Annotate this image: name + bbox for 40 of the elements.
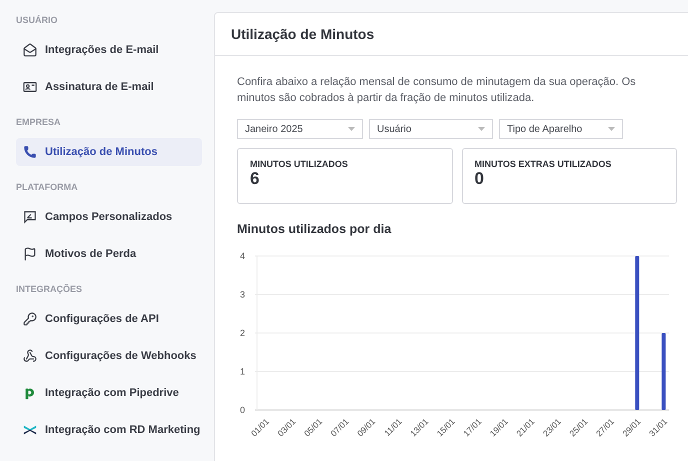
filter-dropdown[interactable]: Usuário <box>369 119 493 139</box>
flag-icon <box>23 247 37 261</box>
filter-dropdown[interactable]: Janeiro 2025 <box>237 119 363 139</box>
key-icon <box>23 312 37 326</box>
message-edit-icon <box>23 210 37 224</box>
section-heading: USUÁRIO <box>15 14 59 27</box>
card-title: Utilização de Minutos <box>231 26 374 42</box>
sidebar-item[interactable]: Utilização de Minutos <box>16 138 202 166</box>
stat-label: MINUTOS EXTRAS UTILIZADOS <box>474 159 612 169</box>
rd-logo-icon <box>23 423 37 437</box>
phone-icon <box>23 145 37 159</box>
sidebar-item[interactable]: Integração com RD Marketing <box>16 416 202 444</box>
axis-label: 0 <box>240 405 245 415</box>
section-heading: INTEGRAÇÕES <box>15 283 84 296</box>
envelope-icon <box>23 43 37 57</box>
caret-icon <box>478 127 485 131</box>
sidebar-item[interactable]: Integração com Pipedrive <box>16 379 202 407</box>
axis-label: 4 <box>240 251 245 261</box>
description: Confira abaixo a relação mensal de consumo de minutagem da sua operação. Os minutos são cobrados à partir da fração de minutos utilizada. <box>237 75 637 106</box>
pipedrive-logo-icon <box>23 386 37 400</box>
caret-icon <box>348 127 355 131</box>
caret-icon <box>608 127 615 131</box>
axis-label: 3 <box>240 290 245 300</box>
sidebar-item[interactable]: Assinatura de E-mail <box>16 73 202 101</box>
stat-value: 0 <box>474 169 485 189</box>
filter-dropdown[interactable]: Tipo de Aparelho <box>499 119 623 139</box>
id-card-icon <box>23 80 37 94</box>
section-heading: PLATAFORMA <box>15 181 79 194</box>
stat-label: MINUTOS UTILIZADOS <box>250 159 349 169</box>
webhook-icon <box>23 349 37 363</box>
axis-label: 1 <box>240 366 245 376</box>
axis-label: 2 <box>240 328 245 338</box>
sidebar-item[interactable]: Motivos de Perda <box>16 240 202 268</box>
sidebar-item[interactable]: Campos Personalizados <box>16 203 202 231</box>
sidebar-item[interactable]: Configurações de API <box>16 305 202 333</box>
chart-title: Minutos utilizados por dia <box>237 222 392 236</box>
stat-value: 6 <box>250 169 260 189</box>
sidebar-item[interactable]: Configurações de Webhooks <box>16 342 202 370</box>
section-heading: EMPRESA <box>15 116 62 129</box>
sidebar-item[interactable]: Integrações de E-mail <box>16 36 202 64</box>
